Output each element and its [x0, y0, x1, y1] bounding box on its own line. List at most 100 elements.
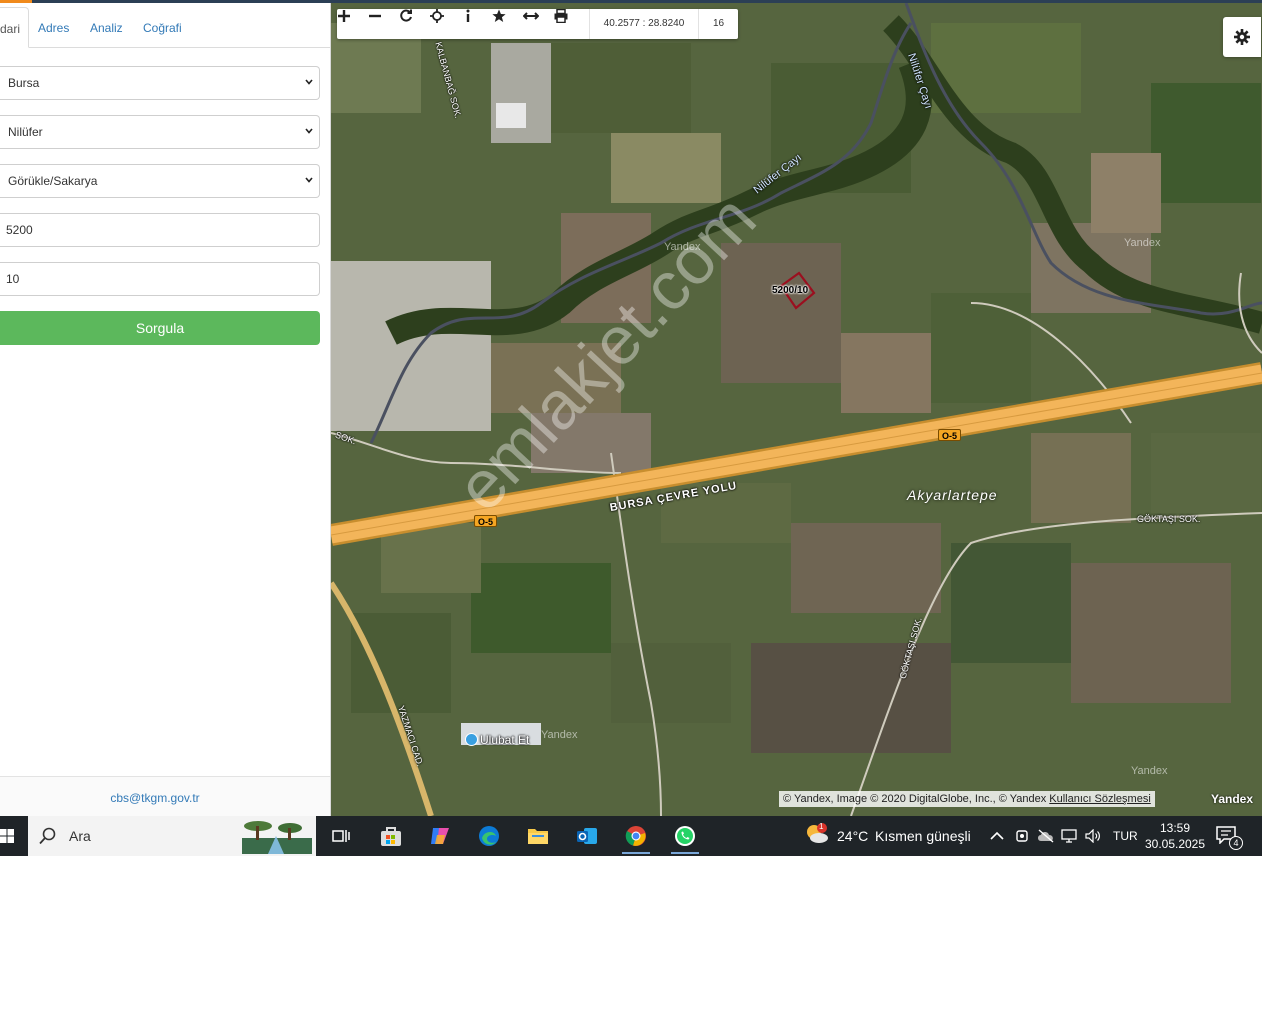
- taskbar-search[interactable]: Ara: [28, 816, 316, 856]
- yandex-map-watermark: Yandex: [541, 729, 578, 741]
- favorite-button[interactable]: [492, 9, 523, 39]
- chrome-button[interactable]: [616, 822, 656, 854]
- edge-button[interactable]: [469, 822, 509, 854]
- highway-badge: O-5: [938, 429, 962, 441]
- star-icon: [492, 9, 506, 22]
- zoom-out-button[interactable]: [368, 9, 399, 39]
- neighborhood-value: Görükle/Sakarya: [8, 174, 98, 188]
- highway-badge: O-5: [474, 515, 498, 527]
- quarry-area: [331, 261, 491, 431]
- coordinate-readout: 40.2577 : 28.8240: [589, 9, 699, 39]
- attribution-text: © Yandex, Image © 2020 DigitalGlobe, Inc…: [783, 793, 1047, 805]
- weather-widget[interactable]: 1 24°C Kısmen güneşli: [804, 822, 974, 847]
- start-button[interactable]: [0, 816, 28, 856]
- tab-adres[interactable]: Adres: [38, 7, 69, 48]
- place-label-akyarlartepe: Akyarlartepe: [907, 487, 998, 503]
- tab-cografi[interactable]: Coğrafi: [143, 7, 182, 48]
- measure-button[interactable]: [523, 9, 554, 39]
- outlook-button[interactable]: [567, 822, 607, 854]
- desktop-screen: dari Adres Analiz Coğrafi Bursa Nilüfer …: [0, 0, 1280, 1024]
- minus-icon: [369, 14, 381, 18]
- block-input[interactable]: 5200: [0, 213, 320, 247]
- copilot-icon: [431, 828, 449, 844]
- printer-icon: [554, 9, 568, 23]
- plus-icon: [338, 10, 350, 22]
- input-language-indicator[interactable]: TUR: [1113, 829, 1138, 843]
- chevron-up-icon[interactable]: [990, 831, 1004, 841]
- edge-icon: [479, 826, 499, 846]
- onedrive-offline-icon[interactable]: [1037, 829, 1055, 843]
- building: [496, 103, 526, 128]
- parcel-input[interactable]: 10: [0, 262, 320, 296]
- whatsapp-icon: [675, 826, 695, 846]
- yandex-map-watermark: Yandex: [1124, 237, 1161, 249]
- volume-icon[interactable]: [1085, 829, 1101, 843]
- info-button[interactable]: [461, 9, 492, 39]
- district-select[interactable]: Nilüfer: [0, 115, 320, 149]
- panel-footer: cbs@tkgm.gov.tr: [0, 776, 330, 816]
- active-indicator: [671, 852, 699, 854]
- district-value: Nilüfer: [8, 125, 43, 139]
- map-toolbar: 40.2577 : 28.8240 16: [337, 9, 738, 39]
- outlook-icon: [577, 828, 597, 844]
- weather-temperature: 24°C: [837, 828, 869, 844]
- task-view-button[interactable]: [321, 822, 361, 854]
- crosshair-icon: [430, 9, 444, 23]
- poi-ulubat-et[interactable]: Ulubat Et: [465, 733, 529, 747]
- poi-label: Ulubat Et: [480, 733, 530, 747]
- clock-date: 30.05.2025: [1144, 837, 1206, 851]
- store-button[interactable]: [371, 822, 411, 854]
- system-tray: [986, 816, 1126, 856]
- partly-sunny-icon: [807, 823, 828, 843]
- copilot-button[interactable]: [420, 822, 460, 854]
- contact-email-link[interactable]: cbs@tkgm.gov.tr: [0, 791, 310, 805]
- clock[interactable]: 13:59 30.05.2025: [1142, 820, 1208, 852]
- search-highlight-image: [242, 821, 312, 854]
- chevron-down-icon: [305, 128, 313, 134]
- parcel-label: 5200/10: [772, 285, 809, 296]
- yandex-logo[interactable]: Yandex: [1211, 792, 1253, 806]
- query-button[interactable]: Sorgula: [0, 311, 320, 345]
- search-label: Ara: [69, 828, 91, 844]
- file-explorer-button[interactable]: [518, 822, 558, 854]
- zoom-in-button[interactable]: [337, 9, 368, 39]
- chevron-down-icon: [305, 177, 313, 183]
- chrome-icon: [625, 826, 646, 846]
- chevron-down-icon: [305, 79, 313, 85]
- yandex-map-watermark: Yandex: [664, 241, 701, 253]
- print-button[interactable]: [554, 9, 585, 39]
- locate-button[interactable]: [430, 9, 461, 39]
- windows-taskbar: Ara 1 24°C Kısmen güneşli TUR 13:59 30.0…: [0, 816, 1262, 856]
- map-attribution: © Yandex, Image © 2020 DigitalGlobe, Inc…: [779, 791, 1155, 807]
- refresh-icon: [400, 9, 412, 22]
- panel-tabs: dari Adres Analiz Coğrafi: [0, 7, 330, 48]
- terms-link[interactable]: Kullanıcı Sözleşmesi: [1049, 793, 1151, 805]
- search-icon: [39, 827, 56, 845]
- meet-now-icon[interactable]: [1015, 828, 1029, 844]
- satellite-map[interactable]: emlakjet.com 5200/10 BURSA ÇEVRE YOLU O-…: [331, 3, 1262, 816]
- active-indicator: [622, 852, 650, 854]
- network-icon[interactable]: [1061, 829, 1077, 843]
- yandex-map-watermark: Yandex: [1131, 765, 1168, 777]
- province-select[interactable]: Bursa: [0, 66, 320, 100]
- file-explorer-icon: [528, 829, 548, 844]
- zoom-level-readout: 16: [712, 18, 725, 29]
- whatsapp-button[interactable]: [665, 822, 705, 854]
- notification-count-badge: 4: [1229, 836, 1243, 850]
- map-imagery: [331, 3, 1262, 816]
- tab-idari[interactable]: dari: [0, 7, 30, 48]
- weather-badge: 1: [819, 822, 824, 831]
- tab-analiz[interactable]: Analiz: [90, 7, 123, 48]
- street-label-goktasi: GÖKTAŞI SOK.: [1137, 514, 1201, 524]
- neighborhood-select[interactable]: Görükle/Sakarya: [0, 164, 320, 198]
- province-value: Bursa: [8, 76, 40, 90]
- weather-description: Kısmen güneşli: [875, 828, 971, 844]
- refresh-button[interactable]: [399, 9, 430, 39]
- info-icon: [466, 9, 470, 22]
- task-view-icon: [332, 830, 350, 842]
- notification-center-button[interactable]: 4: [1216, 826, 1243, 850]
- windows-logo-icon: [0, 829, 14, 843]
- measure-arrows-icon: [523, 12, 539, 20]
- settings-button[interactable]: [1223, 17, 1261, 57]
- store-icon: [381, 827, 401, 846]
